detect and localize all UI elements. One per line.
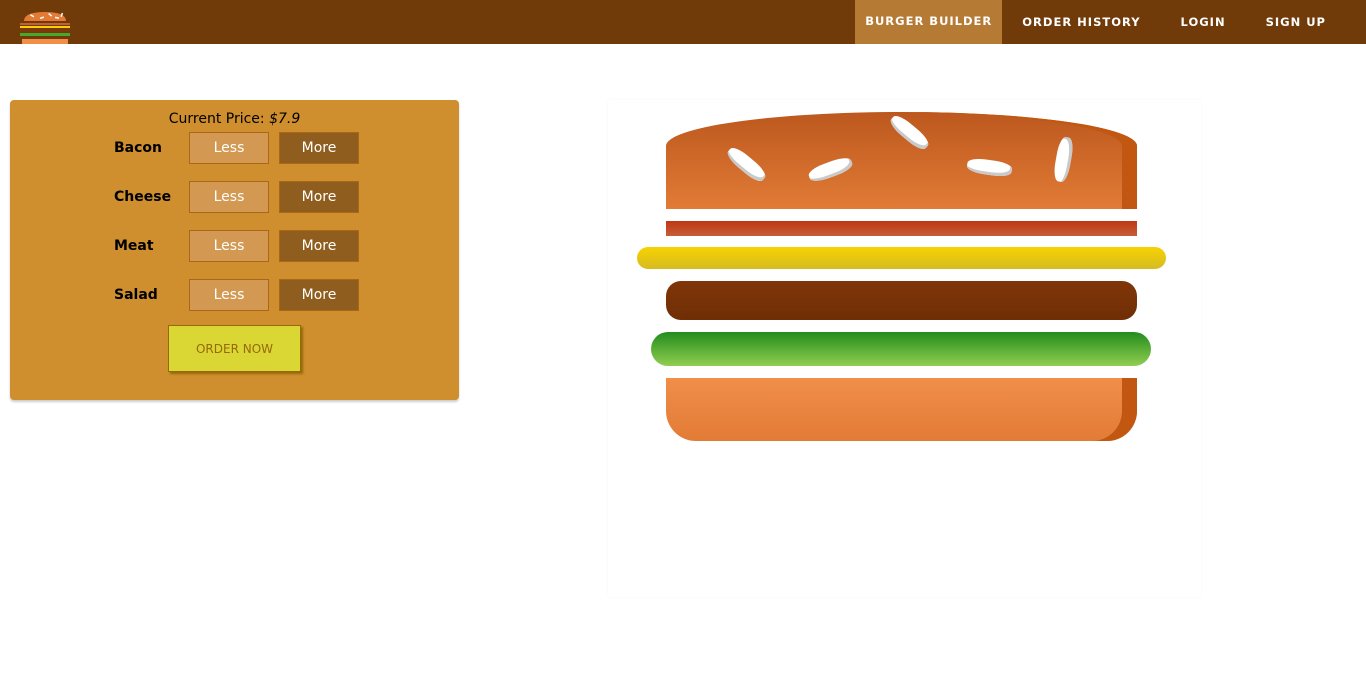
cheese-less-button[interactable]: Less bbox=[189, 181, 269, 213]
meat-more-button[interactable]: More bbox=[279, 230, 359, 262]
burger-bread-top bbox=[666, 112, 1137, 209]
control-label-cheese: Cheese bbox=[114, 189, 172, 205]
seed-icon bbox=[806, 154, 855, 185]
seed-icon bbox=[1052, 136, 1075, 183]
bacon-less-button[interactable]: Less bbox=[189, 132, 269, 164]
cheese-more-button[interactable]: More bbox=[279, 181, 359, 213]
burger-logo-icon[interactable] bbox=[20, 10, 70, 44]
main-nav: BURGER BUILDER ORDER HISTORY LOGIN SIGN … bbox=[855, 0, 1346, 44]
price-label: Current Price: bbox=[168, 111, 265, 127]
control-label-bacon: Bacon bbox=[114, 140, 163, 156]
nav-sign-up[interactable]: SIGN UP bbox=[1246, 0, 1346, 44]
burger-bread-bottom bbox=[666, 378, 1137, 441]
control-label-salad: Salad bbox=[114, 287, 158, 303]
burger-bacon bbox=[666, 221, 1137, 236]
control-salad: Salad Less More bbox=[110, 279, 459, 311]
control-label-meat: Meat bbox=[114, 238, 154, 254]
nav-burger-builder[interactable]: BURGER BUILDER bbox=[855, 0, 1003, 44]
toolbar: BURGER BUILDER ORDER HISTORY LOGIN SIGN … bbox=[0, 0, 1366, 44]
salad-more-button[interactable]: More bbox=[279, 279, 359, 311]
bacon-more-button[interactable]: More bbox=[279, 132, 359, 164]
burger-preview bbox=[608, 100, 1201, 597]
nav-login[interactable]: LOGIN bbox=[1161, 0, 1246, 44]
burger-meat bbox=[666, 281, 1137, 320]
meat-less-button[interactable]: Less bbox=[189, 230, 269, 262]
control-bacon: Bacon Less More bbox=[110, 132, 459, 164]
current-price: Current Price: $7.9 bbox=[10, 110, 459, 132]
burger-cheese bbox=[637, 247, 1166, 269]
build-controls: Current Price: $7.9 Bacon Less More Chee… bbox=[10, 100, 459, 400]
seed-icon bbox=[887, 112, 932, 153]
order-now-button[interactable]: ORDER NOW bbox=[168, 325, 301, 372]
seed-icon bbox=[724, 144, 769, 185]
salad-less-button[interactable]: Less bbox=[189, 279, 269, 311]
seed-icon bbox=[966, 156, 1013, 179]
control-meat: Meat Less More bbox=[110, 230, 459, 262]
price-value: $7.9 bbox=[269, 111, 301, 127]
nav-order-history[interactable]: ORDER HISTORY bbox=[1002, 0, 1160, 44]
control-cheese: Cheese Less More bbox=[110, 181, 459, 213]
burger-salad bbox=[651, 332, 1151, 366]
